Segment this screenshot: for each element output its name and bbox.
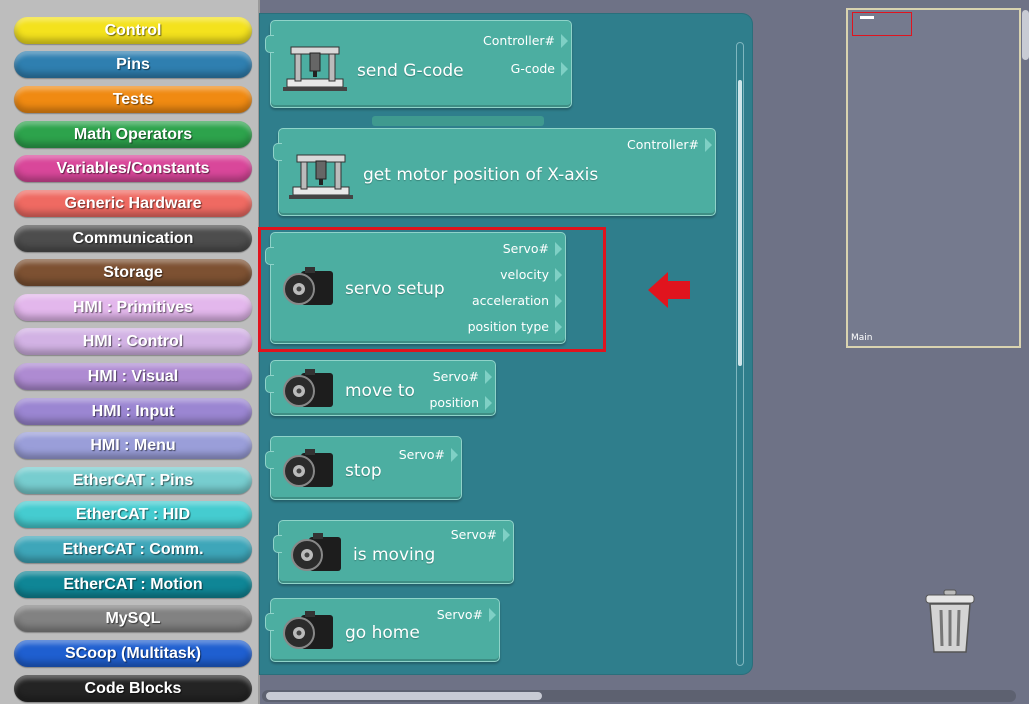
- block-title: move to: [345, 381, 415, 401]
- category-generic-hardware[interactable]: Generic Hardware: [14, 190, 252, 217]
- category-sidebar: Control Pins Tests Math Operators Variab…: [0, 0, 260, 704]
- cnc-machine-icon: [289, 154, 353, 199]
- block-title: go home: [345, 623, 420, 643]
- servo-motor-icon: [291, 533, 341, 571]
- category-tests[interactable]: Tests: [14, 86, 252, 113]
- category-communication[interactable]: Communication: [14, 225, 252, 252]
- category-math-operators[interactable]: Math Operators: [14, 121, 252, 148]
- servo-motor-icon: [283, 611, 333, 649]
- category-control[interactable]: Control: [14, 17, 252, 44]
- param-servo: Servo#: [432, 369, 493, 384]
- block-title: stop: [345, 461, 382, 481]
- param-gcode: G-code: [510, 61, 569, 76]
- category-scoop-multitask[interactable]: SCoop (Multitask): [14, 640, 252, 667]
- block-stop[interactable]: stop Servo#: [265, 436, 462, 500]
- servo-motor-icon: [283, 369, 333, 407]
- servo-motor-icon: [283, 449, 333, 487]
- workspace-minimap[interactable]: Main: [846, 8, 1021, 348]
- block-go-home[interactable]: go home Servo#: [265, 598, 500, 662]
- category-ethercat-motion[interactable]: EtherCAT : Motion: [14, 571, 252, 598]
- ghost-block: [372, 116, 544, 126]
- block-is-moving[interactable]: is moving Servo#: [273, 520, 514, 584]
- category-code-blocks[interactable]: Code Blocks: [14, 675, 252, 702]
- trash-can-icon[interactable]: [922, 588, 978, 656]
- category-ethercat-comm[interactable]: EtherCAT : Comm.: [14, 536, 252, 563]
- category-pins[interactable]: Pins: [14, 51, 252, 78]
- category-hmi-visual[interactable]: HMI : Visual: [14, 363, 252, 390]
- category-hmi-primitives[interactable]: HMI : Primitives: [14, 294, 252, 321]
- highlight-box: [258, 227, 606, 352]
- category-hmi-menu[interactable]: HMI : Menu: [14, 432, 252, 459]
- category-mysql[interactable]: MySQL: [14, 605, 252, 632]
- horizontal-scrollbar-thumb[interactable]: [266, 692, 542, 700]
- param-position: position: [429, 395, 492, 410]
- category-hmi-control[interactable]: HMI : Control: [14, 328, 252, 355]
- red-arrow-left-icon: [648, 272, 690, 308]
- minimap-block-marker: [860, 16, 874, 19]
- block-get-motor-position[interactable]: get motor position of X-axis Controller#: [273, 128, 716, 216]
- category-ethercat-hid[interactable]: EtherCAT : HID: [14, 501, 252, 528]
- param-servo: Servo#: [398, 447, 459, 462]
- category-ethercat-pins[interactable]: EtherCAT : Pins: [14, 467, 252, 494]
- param-servo: Servo#: [436, 607, 497, 622]
- category-storage[interactable]: Storage: [14, 259, 252, 286]
- category-hmi-input[interactable]: HMI : Input: [14, 398, 252, 425]
- cnc-machine-icon: [283, 46, 347, 91]
- block-move-to[interactable]: move to Servo# position: [265, 360, 496, 416]
- block-title: is moving: [353, 545, 436, 565]
- param-servo: Servo#: [450, 527, 511, 542]
- block-title: send G-code: [357, 61, 464, 81]
- block-title: get motor position of X-axis: [363, 165, 599, 185]
- param-controller: Controller#: [483, 33, 568, 48]
- category-variables-constants[interactable]: Variables/Constants: [14, 155, 252, 182]
- minimap-label: Main: [851, 333, 873, 343]
- workspace-vertical-scrollbar-thumb[interactable]: [1022, 10, 1029, 60]
- block-send-gcode[interactable]: send G-code Controller# G-code: [265, 20, 572, 108]
- flyout-scrollbar-thumb[interactable]: [738, 80, 742, 366]
- param-controller: Controller#: [627, 137, 712, 152]
